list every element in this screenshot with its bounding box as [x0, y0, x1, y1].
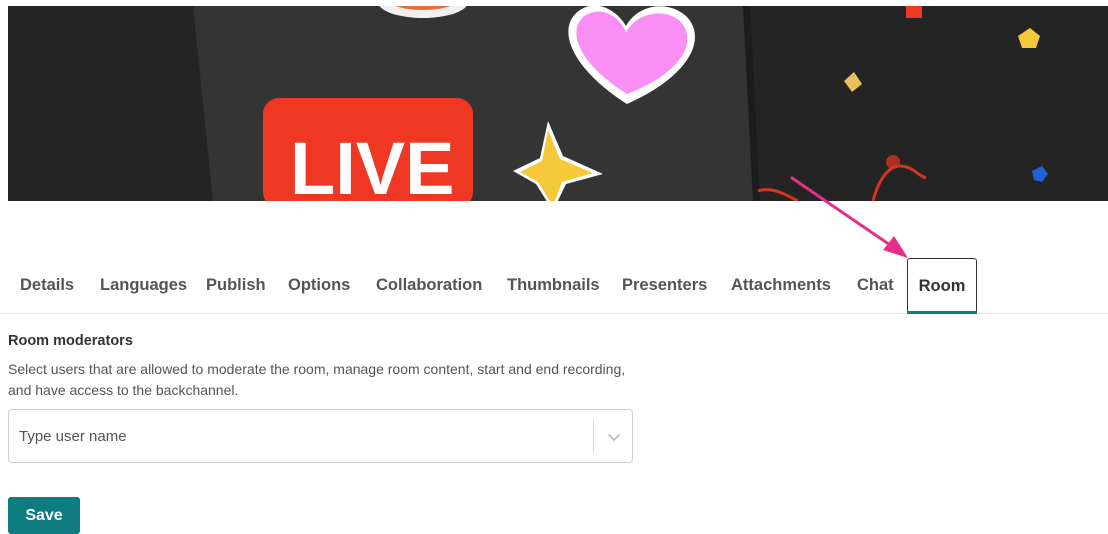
tab-details[interactable]: Details — [20, 258, 74, 313]
user-name-input[interactable] — [19, 410, 589, 462]
tab-presenters[interactable]: Presenters — [622, 258, 707, 313]
chevron-down-icon[interactable] — [605, 428, 623, 446]
room-moderators-description: Select users that are allowed to moderat… — [8, 361, 626, 398]
tab-languages[interactable]: Languages — [100, 258, 187, 313]
tab-room[interactable]: Room — [907, 258, 977, 314]
tab-thumbnails[interactable]: Thumbnails — [507, 258, 600, 313]
event-banner-image: LIVE — [8, 6, 1108, 201]
tab-options[interactable]: Options — [288, 258, 350, 313]
tab-collaboration[interactable]: Collaboration — [376, 258, 482, 313]
live-sticker-text: LIVE — [290, 127, 454, 201]
tab-chat[interactable]: Chat — [857, 258, 894, 313]
save-button[interactable]: Save — [8, 497, 80, 534]
tab-publish[interactable]: Publish — [206, 258, 266, 313]
select-separator — [593, 420, 594, 453]
room-moderators-select[interactable] — [8, 409, 633, 463]
live-phone-illustration: LIVE — [8, 6, 1108, 201]
event-settings-tabs: Details Languages Publish Options Collab… — [0, 258, 1108, 314]
tab-attachments[interactable]: Attachments — [731, 258, 831, 313]
room-moderators-heading: Room moderators — [8, 333, 133, 349]
